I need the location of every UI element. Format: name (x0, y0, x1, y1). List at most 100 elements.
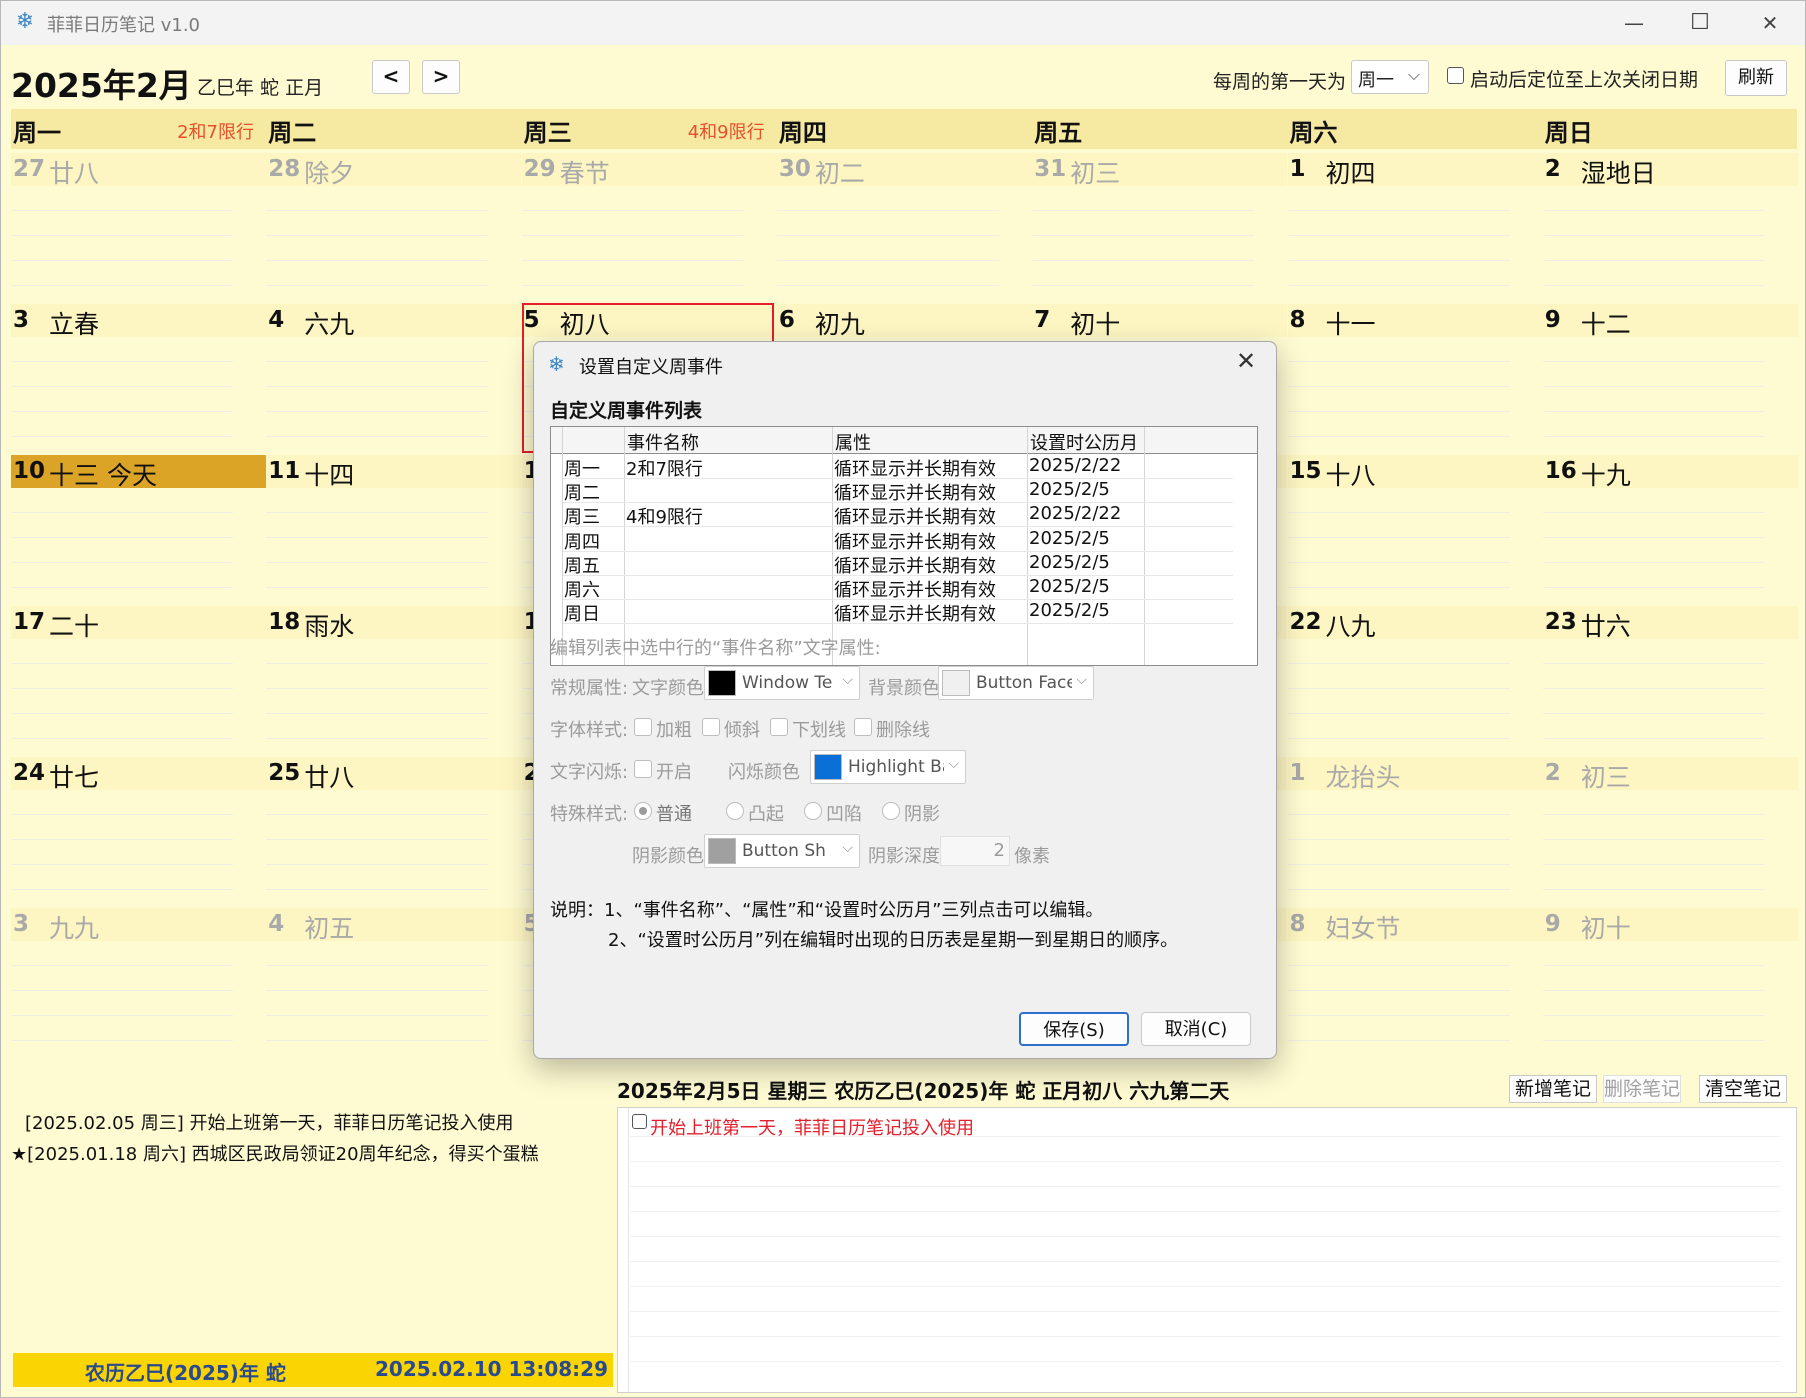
day-cell[interactable]: 8 十一 (1287, 304, 1544, 454)
prev-month-button[interactable]: < (372, 60, 410, 94)
weekday-header-cell[interactable]: 周日 (1543, 109, 1798, 149)
day-cell[interactable]: 2 初三 (1542, 757, 1799, 907)
day-cell[interactable]: 10 十三 今天 (11, 455, 267, 605)
table-cell-date[interactable]: 2025/2/5 (1029, 576, 1110, 597)
next-month-button[interactable]: > (422, 60, 460, 94)
day-cell[interactable]: 9 十二 (1542, 304, 1799, 454)
table-cell-attr[interactable]: 循环显示并长期有效 (834, 503, 996, 529)
day-cell[interactable]: 9 初十 (1542, 908, 1799, 1058)
column-header-attr[interactable]: 属性 (835, 429, 871, 455)
close-button[interactable]: ✕ (1735, 1, 1805, 45)
event-table[interactable]: 事件名称 属性 设置时公历月 周一 2和7限行 循环显示并长期有效 2025/2/22… (550, 426, 1258, 666)
maximize-button[interactable]: ☐ (1665, 1, 1735, 45)
table-cell-attr[interactable]: 循环显示并长期有效 (834, 600, 996, 626)
note-line (266, 990, 489, 991)
weekday-header-cell[interactable]: 周二 (266, 109, 521, 149)
table-cell-date[interactable]: 2025/2/5 (1029, 479, 1110, 500)
table-cell-date[interactable]: 2025/2/5 (1029, 528, 1110, 549)
table-cell-name[interactable]: 2和7限行 (626, 455, 703, 481)
day-cell[interactable]: 3 九九 (11, 908, 267, 1058)
note-editor[interactable]: 开始上班第一天，菲菲日历笔记投入使用 (617, 1107, 1797, 1393)
bg-color-swatch (942, 670, 970, 696)
table-cell-date[interactable]: 2025/2/22 (1029, 455, 1121, 476)
text-color-combo[interactable]: Window Text ⌵ (704, 666, 860, 700)
note-done-checkbox[interactable] (632, 1114, 647, 1129)
day-cell[interactable]: 8 妇女节 (1287, 908, 1544, 1058)
sunken-radio[interactable] (804, 802, 822, 820)
weekday-header-cell[interactable]: 周一 2和7限行 (11, 109, 266, 149)
table-cell-attr[interactable]: 循环显示并长期有效 (834, 552, 996, 578)
clear-notes-button[interactable]: 清空笔记 (1699, 1075, 1787, 1103)
day-cell[interactable]: 15 十八 (1287, 455, 1544, 605)
table-cell-day[interactable]: 周六 (564, 576, 600, 602)
italic-checkbox[interactable] (702, 718, 720, 736)
day-number: 30 (778, 156, 811, 182)
table-cell-day[interactable]: 周五 (564, 552, 600, 578)
table-cell-day[interactable]: 周二 (564, 479, 600, 505)
note-list-item-starred[interactable]: ★[2025.01.18 周六] 西城区民政局领证20周年纪念，得买个蛋糕 (11, 1140, 539, 1166)
table-cell-day[interactable]: 周三 (564, 503, 600, 529)
table-cell-attr[interactable]: 循环显示并长期有效 (834, 479, 996, 505)
dialog-close-button[interactable]: ✕ (1226, 346, 1266, 376)
raised-radio[interactable] (726, 802, 744, 820)
table-cell-attr[interactable]: 循环显示并长期有效 (834, 455, 996, 481)
day-cell[interactable]: 3 立春 (11, 304, 267, 454)
note-list-item[interactable]: [2025.02.05 周三] 开始上班第一天，菲菲日历笔记投入使用 (25, 1109, 514, 1135)
table-cell-date[interactable]: 2025/2/22 (1029, 503, 1121, 524)
note-line (11, 990, 233, 991)
weekday-header-cell[interactable]: 周四 (777, 109, 1032, 149)
day-cell[interactable]: 1 初四 (1287, 153, 1544, 303)
day-cell[interactable]: 2 湿地日 (1542, 153, 1799, 303)
day-cell[interactable]: 17 二十 (11, 606, 267, 756)
table-cell-day[interactable]: 周一 (564, 455, 600, 481)
day-cell[interactable]: 27 廿八 (11, 153, 267, 303)
blink-label: 文字闪烁: (550, 762, 629, 783)
day-cell[interactable]: 18 雨水 (266, 606, 522, 756)
strikethrough-checkbox[interactable] (854, 718, 872, 736)
blink-checkbox[interactable] (634, 760, 652, 778)
note-line (521, 235, 744, 236)
day-cell[interactable]: 11 十四 (266, 455, 522, 605)
shadow-depth-input[interactable]: 2 (940, 836, 1010, 866)
minimize-button[interactable]: — (1599, 1, 1669, 45)
cancel-button[interactable]: 取消(C) (1141, 1012, 1251, 1046)
refresh-button[interactable]: 刷新 (1725, 60, 1787, 96)
day-cell[interactable]: 4 初五 (266, 908, 522, 1058)
day-cell[interactable]: 1 龙抬头 (1287, 757, 1544, 907)
day-cell[interactable]: 16 十九 (1542, 455, 1799, 605)
day-cell[interactable]: 23 廿六 (1542, 606, 1799, 756)
first-day-select[interactable]: 周一 ⌵ (1351, 60, 1429, 94)
add-note-button[interactable]: 新增笔记 (1509, 1075, 1597, 1103)
restore-date-checkbox[interactable] (1447, 67, 1464, 84)
table-cell-attr[interactable]: 循环显示并长期有效 (834, 576, 996, 602)
day-cell[interactable]: 24 廿七 (11, 757, 267, 907)
bg-color-combo[interactable]: Button Face ⌵ (938, 666, 1094, 700)
table-cell-day[interactable]: 周日 (564, 600, 600, 626)
note-line (1287, 285, 1510, 286)
column-header-date[interactable]: 设置时公历月 (1030, 429, 1138, 455)
column-header-name[interactable]: 事件名称 (627, 429, 699, 455)
day-cell[interactable]: 29 春节 (521, 153, 778, 303)
shadow-color-combo[interactable]: Button Shadow ⌵ (704, 834, 860, 868)
day-cell[interactable]: 30 初二 (776, 153, 1033, 303)
day-cell[interactable]: 25 廿八 (266, 757, 522, 907)
shadow-radio[interactable] (882, 802, 900, 820)
delete-note-button[interactable]: 删除笔记 (1603, 1075, 1681, 1103)
day-cell[interactable]: 28 除夕 (266, 153, 522, 303)
normal-radio[interactable] (634, 802, 652, 820)
table-cell-date[interactable]: 2025/2/5 (1029, 600, 1110, 621)
table-cell-attr[interactable]: 循环显示并长期有效 (834, 528, 996, 554)
save-button[interactable]: 保存(S) (1019, 1012, 1129, 1046)
weekday-header-cell[interactable]: 周六 (1288, 109, 1543, 149)
table-cell-date[interactable]: 2025/2/5 (1029, 552, 1110, 573)
day-cell[interactable]: 4 六九 (266, 304, 522, 454)
day-cell[interactable]: 22 八九 (1287, 606, 1544, 756)
day-cell[interactable]: 31 初三 (1032, 153, 1288, 303)
weekday-header-cell[interactable]: 周三 4和9限行 (522, 109, 777, 149)
table-cell-name[interactable]: 4和9限行 (626, 503, 703, 529)
underline-checkbox[interactable] (770, 718, 788, 736)
bold-checkbox[interactable] (634, 718, 652, 736)
table-cell-day[interactable]: 周四 (564, 528, 600, 554)
weekday-header-cell[interactable]: 周五 (1032, 109, 1287, 149)
blink-color-combo[interactable]: Highlight Back ⌵ (810, 750, 966, 784)
